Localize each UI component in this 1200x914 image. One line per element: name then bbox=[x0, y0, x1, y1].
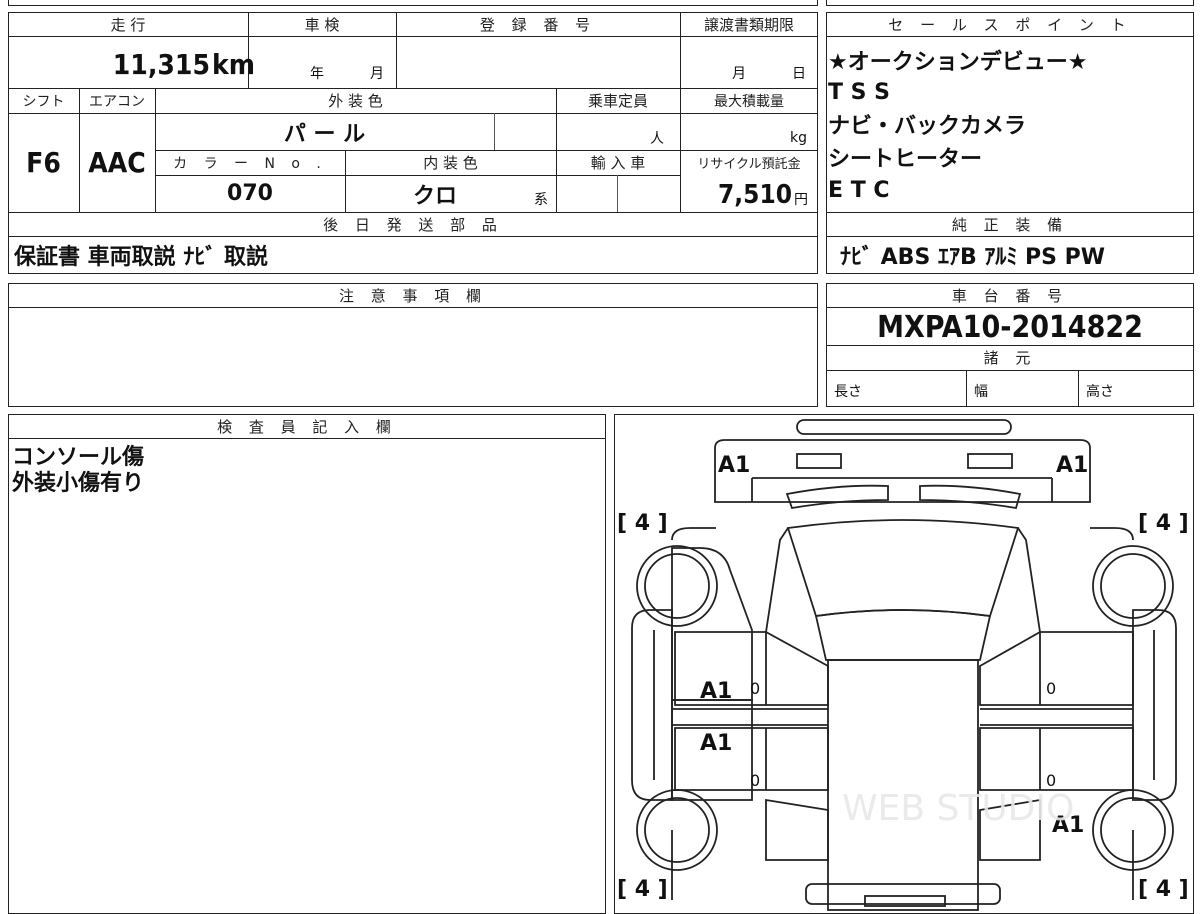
specs-label: 諸 元 bbox=[983, 349, 1037, 367]
damage-mark-a1: A1 bbox=[718, 453, 750, 478]
recycle-unit: 円 bbox=[794, 192, 808, 208]
notes-label: 注 意 事 項 欄 bbox=[338, 286, 488, 305]
tire-mark: [ 4 ] bbox=[1138, 511, 1189, 536]
width-label: 幅 bbox=[974, 384, 988, 400]
later-parts-label: 後 日 発 送 部 品 bbox=[323, 215, 503, 234]
sales-point-item: T S S bbox=[828, 79, 891, 105]
watermark: WEB STUDIO bbox=[842, 788, 1074, 829]
damage-mark-a1: A1 bbox=[1056, 453, 1088, 478]
exterior-color-label: 外 装 色 bbox=[328, 92, 383, 110]
mileage-label: 走 行 bbox=[110, 15, 146, 34]
inspector-label: 検 査 員 記 入 欄 bbox=[217, 417, 397, 436]
tire-mark: [ 4 ] bbox=[1138, 877, 1189, 902]
capacity-label: 乗車定員 bbox=[587, 92, 648, 110]
shift-value: F6 bbox=[26, 146, 61, 179]
inspector-line: 外装小傷有り bbox=[12, 471, 145, 496]
mileage-value: 11,315 bbox=[112, 47, 210, 81]
exterior-color-value: パ ー ル bbox=[283, 121, 366, 147]
length-label: 長さ bbox=[834, 384, 862, 400]
damage-mark-a1: A1 bbox=[700, 731, 732, 756]
sales-point-item: シートヒーター bbox=[828, 147, 983, 172]
ac-label: エアコン bbox=[89, 93, 145, 110]
tire-mark: [ 4 ] bbox=[617, 511, 668, 536]
ac-value: AAC bbox=[88, 146, 146, 179]
transfer-day: 日 bbox=[792, 66, 806, 82]
recycle-value: 7,510 bbox=[718, 180, 792, 210]
header-remnant-right bbox=[826, 0, 1194, 6]
panel-zero-mark: 0 bbox=[750, 679, 760, 698]
later-parts-value: 保証書 車両取説 ﾅﾋﾞ 取説 bbox=[14, 245, 268, 270]
sales-point-item: E T C bbox=[828, 177, 890, 203]
panel-zero-mark: 0 bbox=[1046, 679, 1056, 698]
sales-points-label: セ ー ル ス ポ イ ン ト bbox=[888, 15, 1132, 34]
inspection-year: 年 bbox=[310, 66, 324, 82]
interior-color-label: 内 装 色 bbox=[423, 154, 478, 172]
interior-color-suffix: 系 bbox=[534, 192, 548, 208]
car-diagram: A1 A1 [ 4 ] [ 4 ] A1 A1 0 0 0 0 A1 [ 4 ]… bbox=[617, 419, 1189, 911]
transfer-deadline-label: 譲渡書類期限 bbox=[703, 15, 794, 34]
damage-mark-a1: A1 bbox=[700, 679, 732, 704]
registration-label: 登 録 番 号 bbox=[479, 15, 597, 34]
interior-color-value: クロ bbox=[412, 183, 457, 209]
inspection-label: 車 検 bbox=[304, 15, 340, 34]
transfer-month: 月 bbox=[732, 66, 746, 82]
max-load-unit: kg bbox=[790, 130, 807, 146]
import-label: 輸 入 車 bbox=[590, 154, 646, 172]
equipment-label: 純 正 装 備 bbox=[951, 215, 1069, 234]
inspection-month: 月 bbox=[370, 66, 384, 82]
chassis-number: MXPA10-2014822 bbox=[877, 309, 1143, 345]
recycle-label: リサイクル預託金 bbox=[697, 157, 801, 172]
height-label: 高さ bbox=[1086, 384, 1114, 400]
max-load-label: 最大積載量 bbox=[714, 93, 784, 110]
mileage-unit: km bbox=[212, 47, 255, 81]
header-remnant bbox=[8, 0, 818, 6]
color-no-value: 070 bbox=[227, 181, 273, 206]
shift-label: シフト bbox=[22, 93, 65, 110]
sales-point-item: ナビ・バックカメラ bbox=[828, 114, 1027, 139]
equipment-value: ﾅﾋﾞ ABS ｴｱB ｱﾙﾐ PS PW bbox=[840, 245, 1106, 270]
color-no-label: カ ラ ー N o . bbox=[173, 155, 327, 172]
panel-zero-mark: 0 bbox=[750, 771, 760, 790]
sales-point-item: ★オークションデビュー★ bbox=[828, 50, 1088, 75]
chassis-label: 車 台 番 号 bbox=[951, 286, 1069, 305]
tire-mark: [ 4 ] bbox=[617, 877, 668, 902]
capacity-unit: 人 bbox=[650, 131, 664, 147]
